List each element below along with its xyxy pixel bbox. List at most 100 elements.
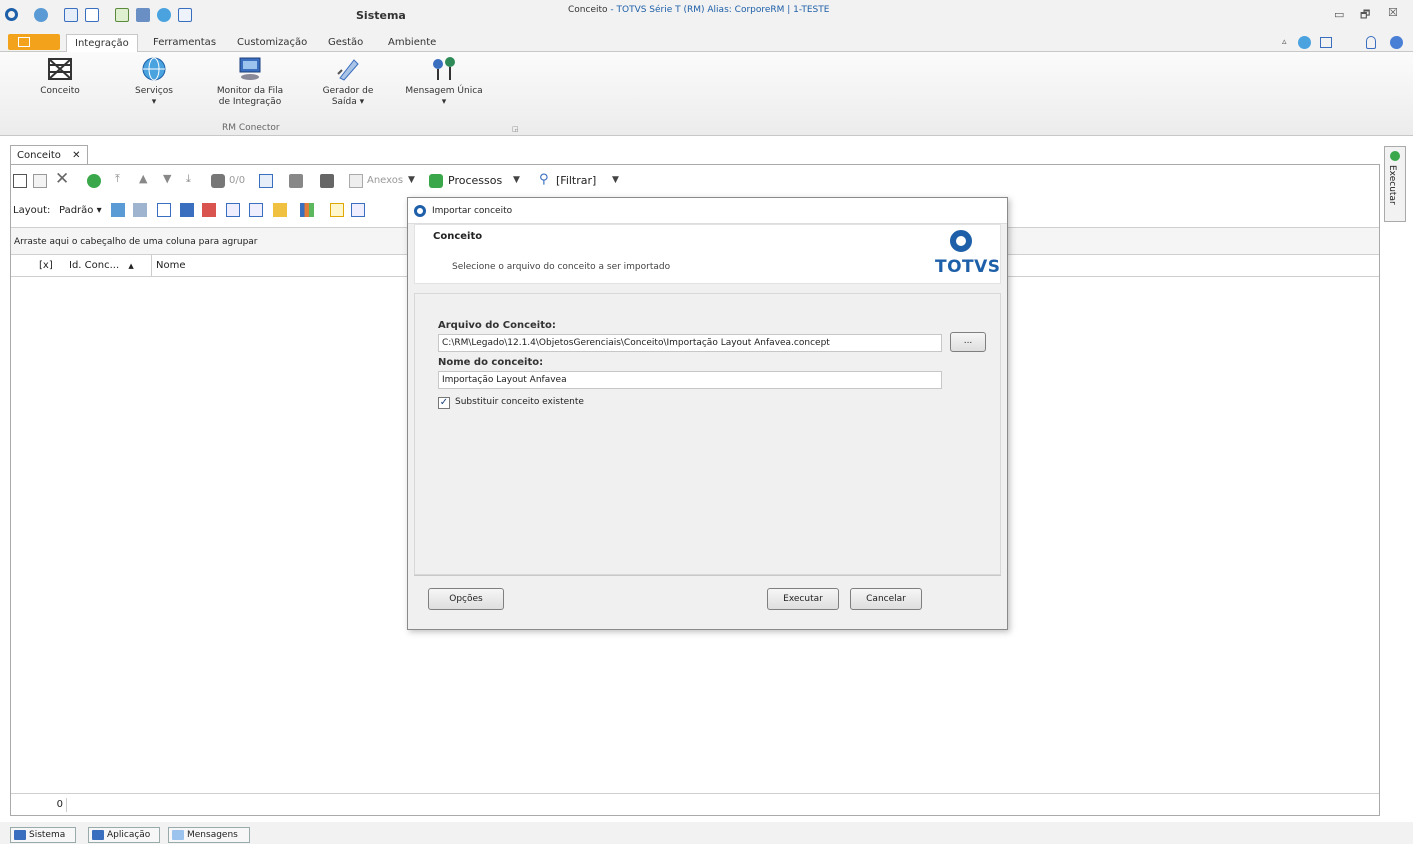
collapse-ribbon-icon[interactable]: ▵ bbox=[1282, 37, 1287, 47]
previous-record-icon[interactable]: ▲ bbox=[139, 172, 147, 185]
filtrar-button[interactable]: [Filtrar] bbox=[556, 174, 596, 187]
dialog-body: Arquivo do Conceito: C:\RM\Legado\12.1.4… bbox=[414, 293, 1001, 575]
close-tab-icon[interactable]: ✕ bbox=[72, 150, 80, 161]
app-logo-icon[interactable] bbox=[5, 8, 18, 21]
refresh-icon[interactable] bbox=[115, 8, 129, 22]
dialog-title-bar: Importar conceito bbox=[408, 198, 1007, 224]
bulb-icon[interactable] bbox=[1366, 36, 1376, 49]
window-icon[interactable] bbox=[85, 8, 99, 22]
mensagem-dropdown-icon: ▾ bbox=[441, 97, 447, 107]
executar-sidebar-tab[interactable]: Executar bbox=[1384, 146, 1406, 222]
dialog-title: Importar conceito bbox=[432, 206, 513, 216]
help-icon[interactable] bbox=[1298, 36, 1311, 49]
chart-icon[interactable] bbox=[300, 203, 314, 217]
tab-integracao[interactable]: Integração bbox=[66, 34, 138, 52]
highlight-icon[interactable] bbox=[330, 203, 344, 217]
layout-icon[interactable] bbox=[1320, 37, 1332, 48]
search-icon[interactable] bbox=[211, 174, 225, 188]
executar-button[interactable]: Executar bbox=[767, 588, 839, 610]
layout-tool-9-icon[interactable] bbox=[351, 203, 365, 217]
opcoes-button[interactable]: Opções bbox=[428, 588, 504, 610]
next-record-icon[interactable]: ▼ bbox=[163, 172, 171, 185]
globe-icon[interactable] bbox=[34, 8, 48, 22]
processos-icon bbox=[429, 174, 443, 188]
conceito-button[interactable]: Conceito bbox=[30, 56, 90, 97]
message-network-icon bbox=[433, 57, 455, 80]
file-label: Arquivo do Conceito: bbox=[438, 320, 556, 331]
refresh-icon[interactable] bbox=[87, 174, 101, 188]
sort-asc-icon: ▲ bbox=[128, 262, 134, 270]
browse-button[interactable]: ... bbox=[950, 332, 986, 352]
status-mensagens-button[interactable]: Mensagens bbox=[168, 827, 250, 843]
delete-icon[interactable]: ✕ bbox=[55, 169, 69, 189]
cancelar-button[interactable]: Cancelar bbox=[850, 588, 922, 610]
tab-ambiente[interactable]: Ambiente bbox=[380, 34, 444, 52]
copy-icon[interactable] bbox=[178, 8, 192, 22]
new-window-icon[interactable] bbox=[64, 8, 78, 22]
processos-dropdown-icon[interactable]: ▼ bbox=[513, 175, 520, 185]
layout-tool-1-icon[interactable] bbox=[111, 203, 125, 217]
minimize-button[interactable]: ▭ bbox=[1334, 8, 1344, 21]
filter-icon: ⚲ bbox=[539, 172, 549, 187]
last-record-icon[interactable]: ⤓ bbox=[186, 172, 191, 186]
footer-divider bbox=[66, 798, 67, 812]
ribbon: Conceito Serviços ▾ Monitor da Fila de I… bbox=[0, 52, 1413, 136]
status-aplicacao-button[interactable]: Aplicação bbox=[88, 827, 160, 843]
monitor-fila-button[interactable]: Monitor da Fila de Integração bbox=[208, 56, 292, 108]
layout-select[interactable]: Padrão ▾ bbox=[59, 205, 102, 216]
tab-ferramentas[interactable]: Ferramentas bbox=[145, 34, 224, 52]
window-title-main: Conceito bbox=[568, 5, 608, 15]
totvs-brand: TOTVS bbox=[935, 257, 1001, 277]
monitor-icon bbox=[239, 57, 261, 80]
grid-footer: 0 bbox=[11, 793, 1379, 815]
column-select-all[interactable]: [x] bbox=[39, 255, 53, 277]
group-expand-icon[interactable]: ◲ bbox=[512, 125, 519, 133]
layout-tool-8-icon[interactable] bbox=[273, 203, 287, 217]
edit-record-icon[interactable] bbox=[33, 174, 47, 188]
tools-icon[interactable] bbox=[136, 8, 150, 22]
column-id[interactable]: Id. Conc... ▲ bbox=[69, 255, 134, 277]
processos-button[interactable]: Processos bbox=[448, 174, 502, 187]
concept-name-field[interactable]: Importação Layout Anfavea bbox=[438, 371, 942, 389]
status-sistema-button[interactable]: Sistema bbox=[10, 827, 76, 843]
servicos-button[interactable]: Serviços ▾ bbox=[124, 56, 184, 108]
restore-button[interactable]: 🗗 bbox=[1360, 6, 1370, 25]
filtrar-dropdown-icon[interactable]: ▼ bbox=[612, 175, 619, 185]
mensagem-unica-button[interactable]: Mensagem Única ▾ bbox=[398, 56, 490, 108]
replace-label: Substituir conceito existente bbox=[455, 397, 584, 407]
first-record-icon[interactable]: ⤒ bbox=[115, 172, 120, 186]
layout-tool-3-icon[interactable] bbox=[157, 203, 171, 217]
file-path-field[interactable]: C:\RM\Legado\12.1.4\ObjetosGerenciais\Co… bbox=[438, 334, 942, 352]
layout-tool-6-icon[interactable] bbox=[226, 203, 240, 217]
new-record-icon[interactable] bbox=[13, 174, 27, 188]
tab-conceito[interactable]: Conceito ✕ bbox=[10, 145, 88, 165]
services-globe-icon bbox=[142, 57, 166, 81]
menu-icon bbox=[18, 37, 30, 47]
dialog-header: Conceito Selecione o arquivo do conceito… bbox=[414, 224, 1001, 284]
layout-tool-2-icon[interactable] bbox=[133, 203, 147, 217]
replace-checkbox[interactable]: ✓ bbox=[438, 397, 450, 409]
messages-icon bbox=[172, 830, 184, 840]
app-menu-button[interactable] bbox=[8, 34, 60, 50]
record-count: 0 bbox=[56, 799, 63, 810]
help-globe-icon[interactable] bbox=[157, 8, 171, 22]
anexos-icon[interactable] bbox=[349, 174, 363, 188]
column-nome[interactable]: Nome bbox=[151, 255, 186, 277]
anexos-button[interactable]: Anexos bbox=[367, 175, 403, 186]
layout-tool-5-icon[interactable] bbox=[202, 203, 216, 217]
anexos-dropdown-icon[interactable]: ▼ bbox=[408, 175, 415, 185]
calendar-icon[interactable] bbox=[259, 174, 273, 188]
layout-tool-7-icon[interactable] bbox=[249, 203, 263, 217]
concept-icon bbox=[48, 58, 72, 80]
status-bar: Sistema Aplicação Mensagens bbox=[0, 822, 1413, 844]
app-logo-icon bbox=[414, 205, 426, 217]
print-icon[interactable] bbox=[320, 174, 334, 188]
gerador-saida-button[interactable]: Gerador de Saída ▾ bbox=[316, 56, 380, 108]
tab-customizacao[interactable]: Customização bbox=[229, 34, 315, 52]
system-label: Sistema bbox=[356, 9, 406, 22]
tab-gestao[interactable]: Gestão bbox=[320, 34, 371, 52]
close-button[interactable]: ☒ bbox=[1388, 6, 1398, 19]
layout-tool-4-icon[interactable] bbox=[180, 203, 194, 217]
attach-icon[interactable] bbox=[289, 174, 303, 188]
info-icon[interactable] bbox=[1390, 36, 1403, 49]
